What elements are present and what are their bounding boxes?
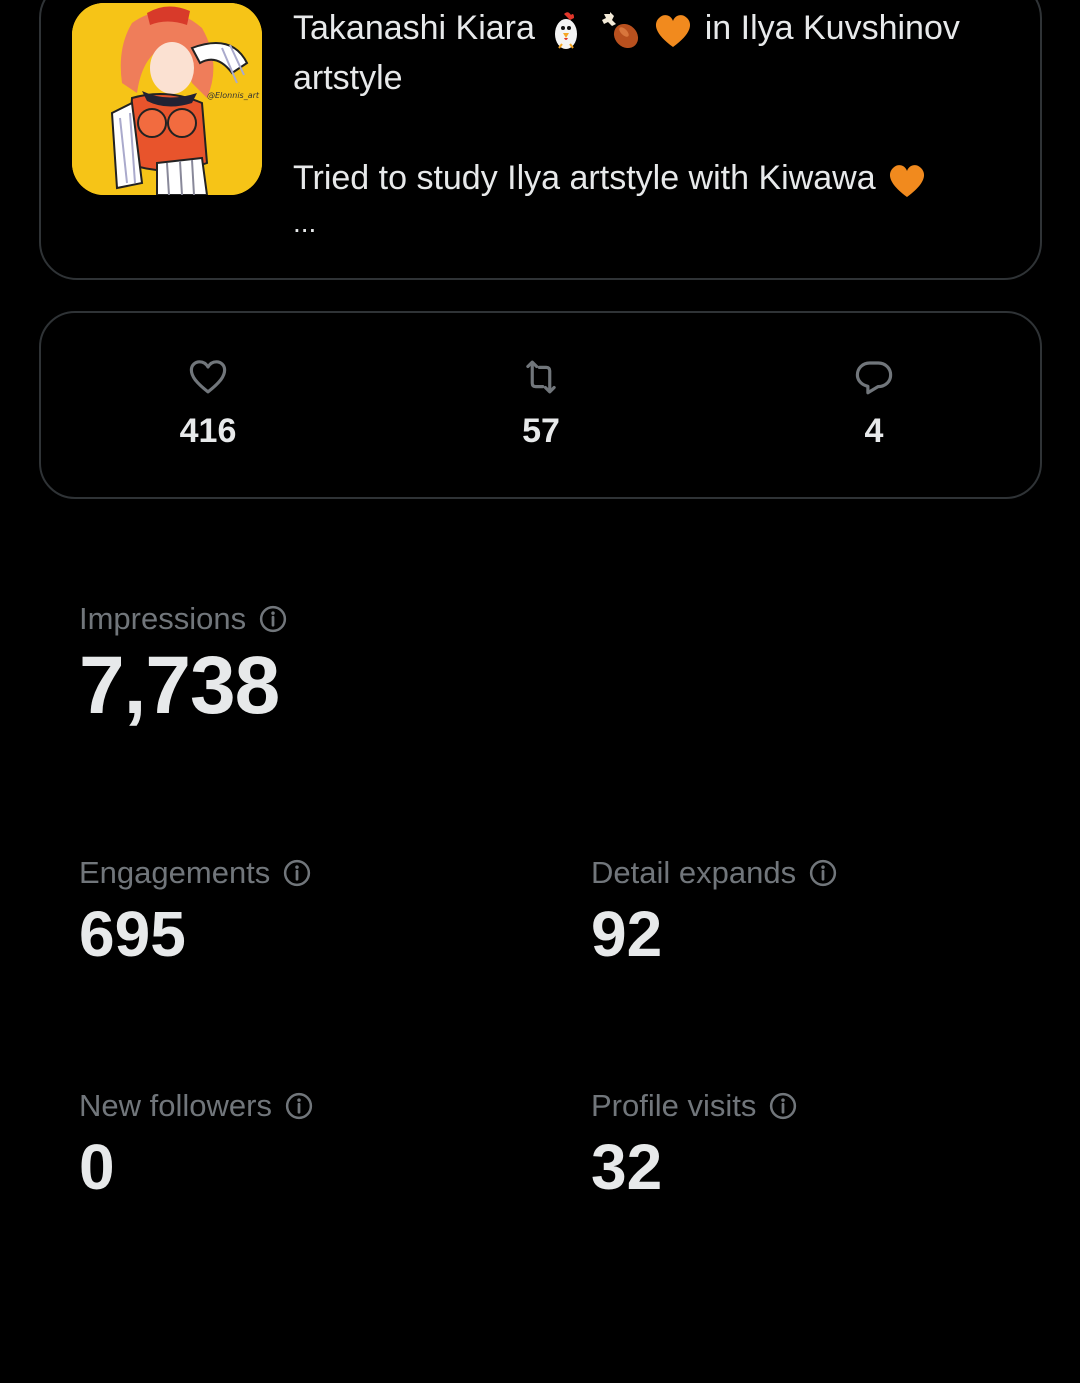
impressions-value: 7,738: [79, 640, 280, 731]
new-followers-label: New followers: [79, 1088, 272, 1123]
reposts-count: 57: [522, 412, 560, 450]
post-body: Tried to study Ilya artstyle with Kiwawa: [293, 159, 876, 197]
info-icon[interactable]: [282, 858, 312, 888]
chicken-emoji-icon: [544, 8, 588, 52]
profile-visits-label: Profile visits: [591, 1088, 757, 1123]
detail-expands-metric: Detail expands 92: [591, 855, 838, 971]
post-title-part2: in Ilya Kuvshinov: [704, 9, 960, 47]
profile-visits-value: 32: [591, 1131, 663, 1203]
replies-count: 4: [864, 412, 884, 450]
new-followers-metric: New followers 0: [79, 1088, 314, 1204]
info-icon[interactable]: [284, 1091, 314, 1121]
drumstick-emoji-icon: [598, 8, 642, 52]
post-body-line: Tried to study Ilya artstyle with Kiwawa: [293, 153, 1033, 203]
new-followers-value: 0: [79, 1131, 115, 1203]
impressions-label: Impressions: [79, 601, 247, 636]
likes-count: 416: [179, 412, 237, 450]
orange-heart-emoji-icon: [651, 8, 695, 52]
impressions-metric: Impressions 7,738: [79, 601, 288, 733]
engagements-label: Engagements: [79, 855, 271, 890]
post-title-part3: artstyle: [293, 59, 403, 97]
post-title-line: Takanashi Kiara in Ilya Kuvshinov: [293, 3, 1033, 53]
post-thumbnail[interactable]: @Elonnis_art: [72, 3, 262, 195]
replies-stat[interactable]: 4: [814, 356, 934, 451]
repost-icon: [526, 360, 556, 394]
post-text: Takanashi Kiara in Ilya Kuvshinov artsty…: [293, 3, 1033, 243]
engagements-metric: Engagements 695: [79, 855, 312, 971]
heart-icon: [189, 360, 227, 394]
orange-heart-emoji-icon: [885, 158, 929, 202]
info-icon[interactable]: [808, 858, 838, 888]
detail-expands-value: 92: [591, 898, 663, 970]
reply-icon: [855, 361, 893, 395]
post-title-part1: Takanashi Kiara: [293, 9, 535, 47]
anime-artwork-image: @Elonnis_art: [72, 3, 262, 195]
svg-text:@Elonnis_art: @Elonnis_art: [207, 91, 260, 100]
post-ellipsis: ...: [293, 207, 317, 238]
engagements-value: 695: [79, 898, 186, 970]
info-icon[interactable]: [768, 1091, 798, 1121]
profile-visits-metric: Profile visits 32: [591, 1088, 798, 1204]
detail-expands-label: Detail expands: [591, 855, 797, 890]
likes-stat[interactable]: 416: [148, 356, 268, 451]
reposts-stat[interactable]: 57: [481, 356, 601, 451]
info-icon[interactable]: [258, 604, 288, 634]
